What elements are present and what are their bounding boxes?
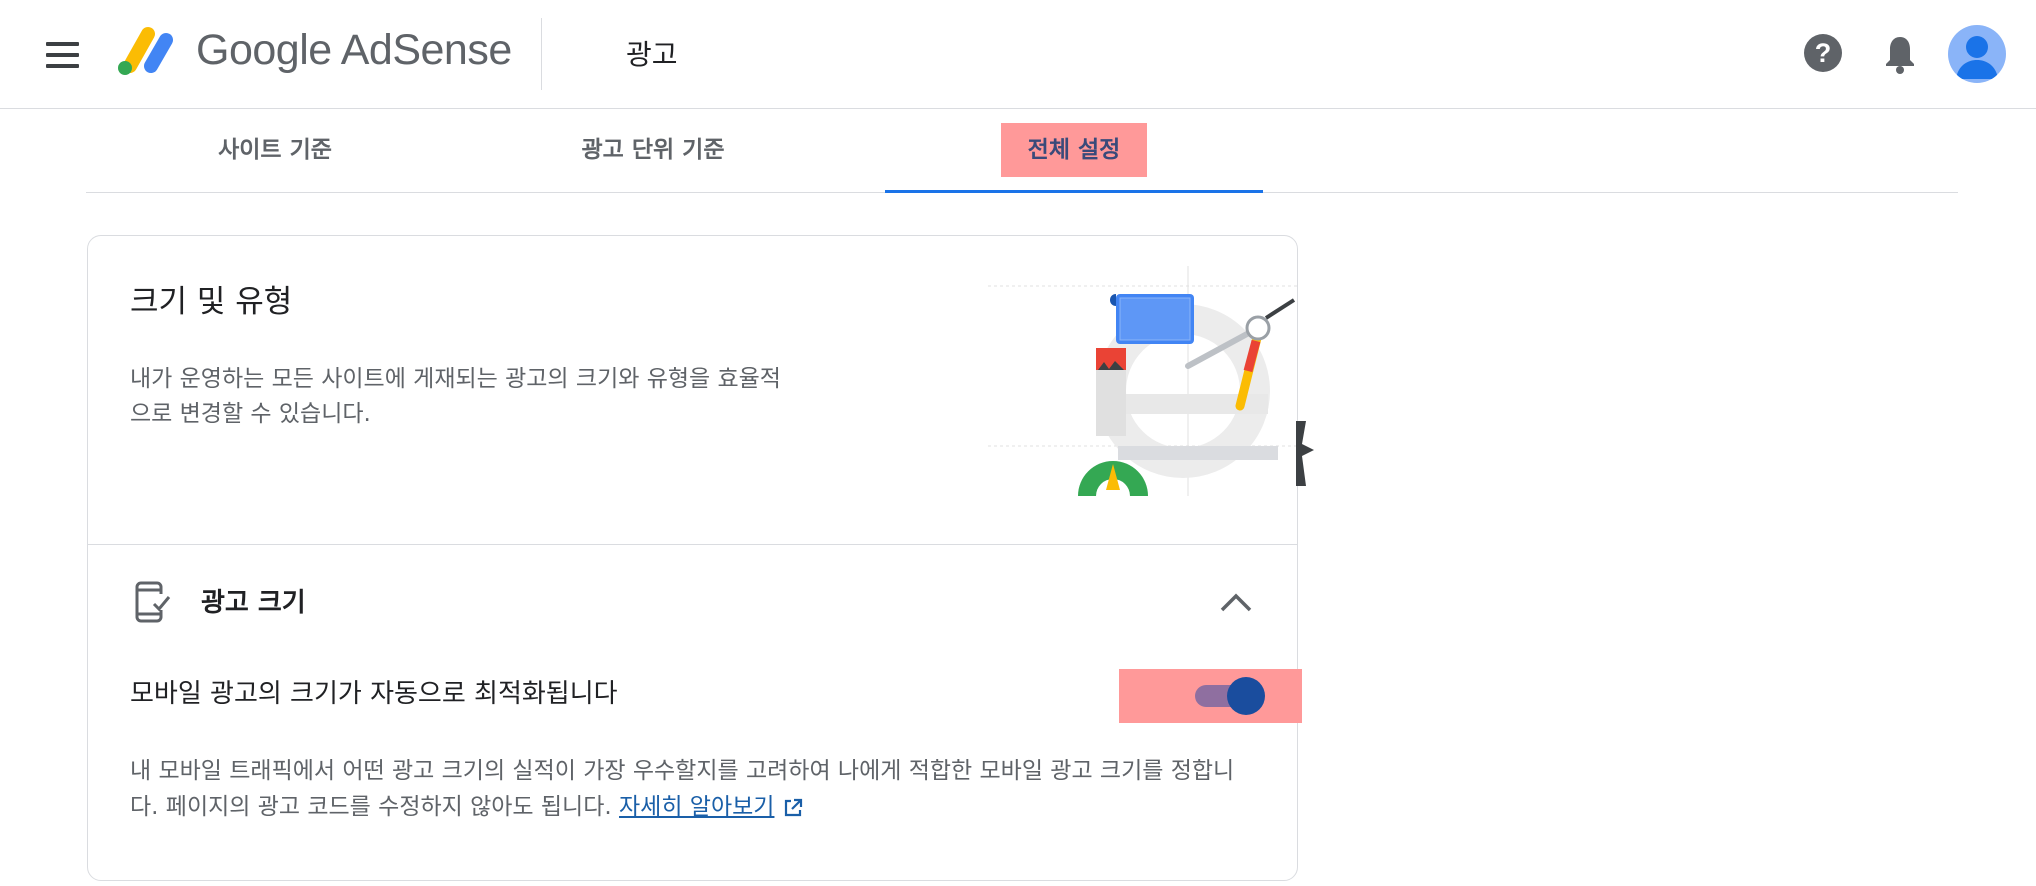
adsense-logo-icon [118,27,173,75]
mobile-check-icon [135,581,172,623]
brand-name: Google AdSense [196,26,512,74]
learn-more-link[interactable]: 자세히 알아보기 [619,794,774,820]
toggle-knob [1227,677,1265,715]
card-title: 크기 및 유형 [130,284,293,320]
ad-size-section-title: 광고 크기 [201,588,306,618]
tab-global-settings[interactable]: 전체 설정 [885,109,1263,192]
tab-site[interactable]: 사이트 기준 [86,109,464,192]
tab-label: 사이트 기준 [218,137,332,163]
chevron-up-icon[interactable] [1216,584,1256,618]
selected-tab-indicator [885,190,1263,193]
card-description: 내가 운영하는 모든 사이트에 게재되는 광고의 크기와 유형을 효율적으로 변… [130,366,781,427]
hamburger-menu-icon[interactable] [38,33,88,77]
notifications-bell-icon[interactable] [1882,33,1918,75]
tab-label: 전체 설정 [1000,123,1148,177]
page-title: 광고 [626,38,678,71]
header-divider [541,18,542,90]
help-icon[interactable]: ? [1804,34,1842,72]
mobile-auto-size-description: 내 모바일 트래픽에서 어떤 광고 크기의 실적이 가장 우수할지를 고려하여 … [130,753,1260,825]
mobile-auto-size-label: 모바일 광고의 크기가 자동으로 최적화됩니다 [130,679,618,709]
app-header: Google AdSense 광고 ? [0,0,2036,109]
person-icon [1956,36,1998,79]
tab-ad-unit[interactable]: 광고 단위 기준 [464,109,842,192]
mobile-auto-size-toggle[interactable] [1191,676,1265,716]
open-in-new-icon[interactable] [782,797,804,819]
size-and-type-card: 크기 및 유형 내가 운영하는 모든 사이트에 게재되는 광고의 크기와 유형을… [87,235,1314,881]
tab-label: 광고 단위 기준 [581,137,725,163]
design-tools-illustration [988,266,1314,496]
settings-tabs: 사이트 기준 광고 단위 기준 전체 설정 [86,109,1958,193]
card-divider [88,544,1297,545]
account-avatar-icon[interactable] [1948,25,2006,83]
